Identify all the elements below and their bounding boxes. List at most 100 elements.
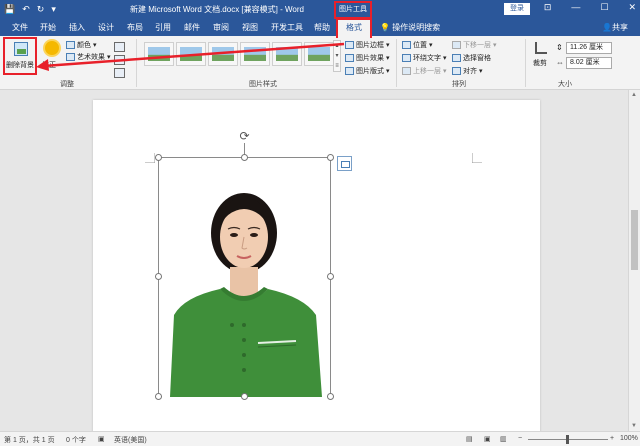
save-icon[interactable]: 💾: [4, 3, 15, 15]
customize-qat-icon[interactable]: ▾: [51, 3, 56, 15]
style-preview-image: [308, 47, 330, 61]
separator: [396, 39, 397, 87]
resize-handle[interactable]: [155, 154, 162, 161]
picture-style-thumb[interactable]: [272, 42, 302, 66]
lightbulb-icon: 💡: [380, 23, 393, 32]
scrollbar-thumb[interactable]: [631, 210, 638, 270]
picture-layout-label: 图片版式: [356, 68, 384, 75]
change-picture-icon[interactable]: [114, 55, 125, 65]
crop-label: 裁剪: [533, 60, 547, 67]
picture-effects-button[interactable]: 图片效果 ▾: [345, 53, 390, 63]
resize-handle[interactable]: [327, 154, 334, 161]
tab-file[interactable]: 文件: [12, 22, 28, 33]
tab-insert[interactable]: 插入: [69, 22, 85, 33]
read-mode-icon[interactable]: ▤: [466, 435, 473, 443]
ribbon-display-options-icon[interactable]: ⊡: [544, 2, 552, 13]
page-count[interactable]: 第 1 页，共 1 页: [4, 435, 55, 445]
language-indicator[interactable]: 英语(美国): [114, 435, 147, 445]
remove-background-label: 删除背景: [6, 62, 34, 69]
crop-button[interactable]: 裁剪: [531, 40, 553, 74]
wrap-text-icon: [402, 54, 411, 62]
share-label: 共享: [612, 23, 628, 32]
remove-background-button[interactable]: 删除背景: [3, 37, 37, 75]
status-bar: 第 1 页，共 1 页 0 个字 ▣ 英语(美国) ▤ ▣ ▥ − + 100%: [0, 431, 640, 446]
scroll-down-icon[interactable]: ▼: [631, 423, 637, 429]
gallery-more-button[interactable]: ▴ ▾ ≡: [333, 40, 341, 72]
tab-format[interactable]: 格式: [336, 18, 372, 38]
tab-developer[interactable]: 开发工具: [271, 22, 303, 33]
resize-handle[interactable]: [241, 393, 248, 400]
redo-icon[interactable]: ↻: [37, 3, 45, 15]
login-button[interactable]: 登录: [504, 3, 530, 15]
tab-view[interactable]: 视图: [242, 22, 258, 33]
selection-pane-button[interactable]: 选择窗格: [452, 53, 491, 63]
minimize-icon[interactable]: —: [571, 2, 580, 13]
bring-forward-button[interactable]: 上移一层 ▾: [402, 66, 447, 76]
tab-layout[interactable]: 布局: [127, 22, 143, 33]
web-layout-icon[interactable]: ▥: [500, 435, 507, 443]
tab-help[interactable]: 帮助: [314, 22, 330, 33]
style-preview-image: [148, 47, 170, 61]
position-label: 位置: [413, 42, 427, 49]
artistic-effects-button[interactable]: 艺术效果 ▾: [66, 52, 111, 62]
color-label: 颜色: [77, 42, 91, 49]
wrap-text-button[interactable]: 环绕文字 ▾: [402, 53, 447, 63]
tab-home[interactable]: 开始: [40, 22, 56, 33]
portrait-photo[interactable]: [162, 185, 327, 397]
chevron-down-icon: ▾: [386, 42, 390, 49]
zoom-in-icon[interactable]: +: [610, 435, 614, 442]
resize-handle[interactable]: [241, 154, 248, 161]
margin-corner-mark: [145, 153, 155, 163]
align-icon: [452, 67, 461, 75]
picture-border-label: 图片边框: [356, 42, 384, 49]
reset-picture-icon[interactable]: [114, 68, 125, 78]
compress-pictures-icon[interactable]: [114, 42, 125, 52]
height-field[interactable]: 11.26 厘米: [566, 42, 612, 54]
picture-style-thumb[interactable]: [176, 42, 206, 66]
resize-handle[interactable]: [327, 393, 334, 400]
width-field[interactable]: 8.02 厘米: [566, 57, 612, 69]
zoom-slider-thumb[interactable]: [566, 435, 569, 444]
send-backward-icon: [452, 41, 461, 49]
share-button[interactable]: 👤共享: [602, 22, 628, 33]
corrections-button[interactable]: 校正: [42, 39, 64, 75]
remove-background-icon: [14, 42, 28, 56]
print-layout-icon[interactable]: ▣: [484, 435, 491, 443]
undo-icon[interactable]: ↶: [22, 3, 30, 15]
tell-me-search[interactable]: 💡 操作说明搜索: [380, 22, 440, 33]
rotate-handle-icon[interactable]: ⟳: [238, 130, 251, 143]
picture-style-thumb[interactable]: [304, 42, 334, 66]
resize-handle[interactable]: [155, 393, 162, 400]
close-icon[interactable]: ✕: [628, 2, 636, 13]
picture-effects-label: 图片效果: [356, 55, 384, 62]
tab-design[interactable]: 设计: [98, 22, 114, 33]
word-count[interactable]: 0 个字: [66, 435, 86, 445]
picture-border-button[interactable]: 图片边框 ▾: [345, 40, 390, 50]
sun-icon: [45, 41, 59, 55]
align-label: 对齐: [463, 68, 477, 75]
send-backward-button[interactable]: 下移一层 ▾: [452, 40, 497, 50]
position-button[interactable]: 位置 ▾: [402, 40, 433, 50]
align-button[interactable]: 对齐 ▾: [452, 66, 483, 76]
resize-handle[interactable]: [327, 273, 334, 280]
picture-layout-button[interactable]: 图片版式 ▾: [345, 66, 390, 76]
resize-handle[interactable]: [155, 273, 162, 280]
tab-mailings[interactable]: 邮件: [184, 22, 200, 33]
color-button[interactable]: 颜色 ▾: [66, 40, 97, 50]
picture-style-thumb[interactable]: [144, 42, 174, 66]
proofing-icon[interactable]: ▣: [98, 435, 105, 443]
maximize-icon[interactable]: ☐: [600, 2, 608, 13]
tab-references[interactable]: 引用: [155, 22, 171, 33]
picture-style-thumb[interactable]: [208, 42, 238, 66]
adjust-group-label: 调整: [60, 81, 74, 88]
position-icon: [402, 41, 411, 49]
zoom-level[interactable]: 100%: [620, 435, 638, 442]
vertical-scrollbar[interactable]: ▲ ▼: [628, 90, 640, 431]
ribbon: 删除背景 校正 颜色 ▾ 艺术效果 ▾ 调整 ▴ ▾ ≡ 图片边框 ▾ 图片效果 ▾ 图片版…: [0, 36, 640, 90]
picture-style-thumb[interactable]: [240, 42, 270, 66]
zoom-out-icon[interactable]: −: [518, 435, 522, 442]
layout-options-button[interactable]: [337, 156, 352, 171]
scroll-up-icon[interactable]: ▲: [631, 92, 637, 98]
tab-review[interactable]: 审阅: [213, 22, 229, 33]
ribbon-tabs: 文件 开始 插入 设计 布局 引用 邮件 审阅 视图 开发工具 帮助 💡 操作说…: [0, 18, 640, 36]
